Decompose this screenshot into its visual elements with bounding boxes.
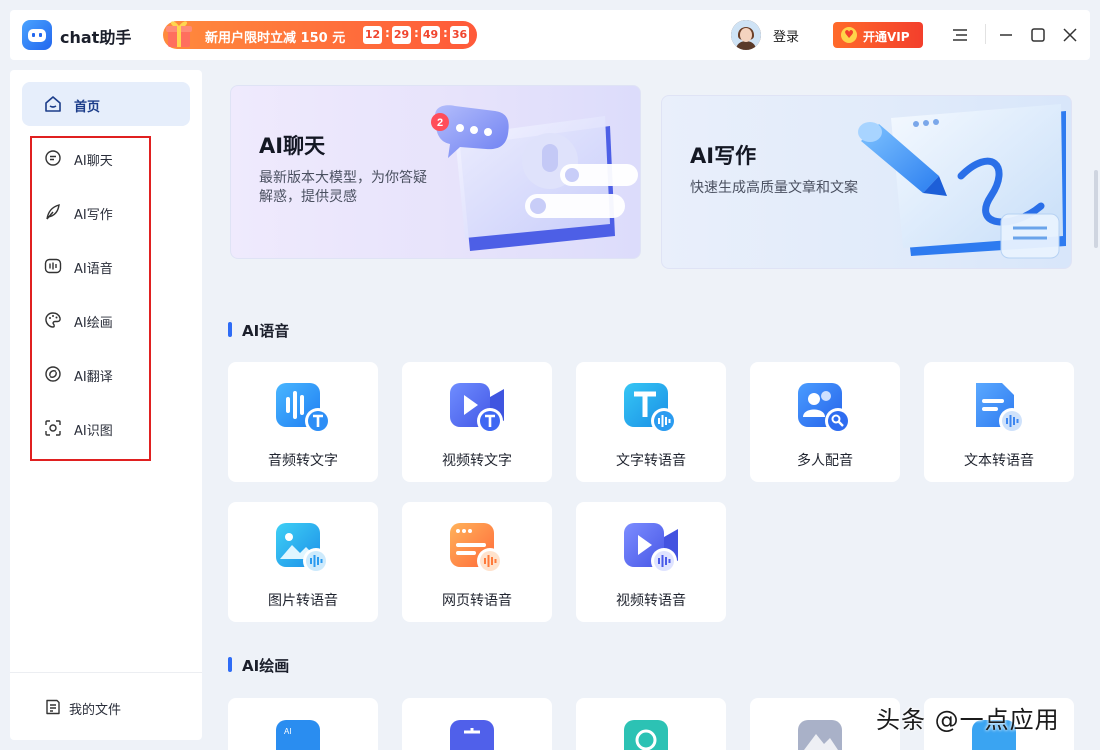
scrollbar[interactable] bbox=[1094, 170, 1098, 248]
card-painting-3[interactable] bbox=[576, 698, 726, 750]
card-painting-1[interactable]: AI bbox=[228, 698, 378, 750]
ai-chat-card[interactable]: AI聊天 最新版本大模型，为你答疑解惑，提供灵感 2 bbox=[230, 85, 641, 259]
video-to-text-icon bbox=[450, 383, 504, 434]
title-bar-divider bbox=[985, 24, 986, 44]
card-label: 视频转语音 bbox=[616, 593, 686, 609]
card-label: 多人配音 bbox=[797, 453, 853, 469]
card-label: 文字转语音 bbox=[616, 453, 686, 469]
image-painting-icon bbox=[798, 720, 842, 750]
gift-icon bbox=[166, 21, 192, 47]
countdown-separator: : bbox=[385, 26, 390, 40]
vip-button[interactable]: ♥ 开通VIP bbox=[833, 22, 923, 48]
app-logo-icon bbox=[22, 20, 52, 50]
sidebar-item-label: 首页 bbox=[74, 100, 101, 115]
card-label: 文本转语音 bbox=[964, 453, 1034, 469]
image-to-speech-icon bbox=[276, 523, 329, 574]
countdown-separator: : bbox=[414, 26, 419, 40]
writing-illustration-icon bbox=[858, 104, 1066, 259]
countdown-minutes: 29 bbox=[392, 26, 411, 44]
highlight-box bbox=[30, 136, 151, 461]
heart-icon: ♥ bbox=[841, 27, 857, 43]
avatar[interactable] bbox=[731, 20, 761, 50]
sidebar-item-ai-image-recognition[interactable]: AI识图 bbox=[44, 416, 164, 440]
sidebar-item-ai-chat[interactable]: AI聊天 bbox=[44, 146, 164, 170]
watermark: 头条 @一点应用 bbox=[876, 706, 1060, 734]
sidebar-item-ai-voice[interactable]: AI语音 bbox=[44, 254, 164, 278]
user-avatar-icon bbox=[731, 20, 761, 50]
ai-writing-card-description: 快速生成高质量文章和文案 bbox=[690, 180, 858, 196]
home-icon bbox=[45, 96, 61, 112]
sidebar-item-label: AI绘画 bbox=[74, 316, 113, 331]
sidebar-item-ai-painting[interactable]: AI绘画 bbox=[44, 308, 164, 332]
sidebar-item-label: AI翻译 bbox=[74, 370, 113, 385]
vip-button-label: 开通VIP bbox=[863, 30, 910, 44]
text-to-speech-icon bbox=[624, 383, 677, 434]
translate-icon bbox=[45, 366, 61, 382]
minimize-icon[interactable] bbox=[996, 24, 1016, 46]
promo-banner[interactable]: 新用户限时立减 150 元 12 : 29 : 49 : 36 bbox=[163, 21, 477, 49]
section-title-ai-painting: AI绘画 bbox=[228, 655, 289, 676]
card-multi-voice[interactable]: 多人配音 bbox=[750, 362, 900, 482]
card-video-to-text[interactable]: 视频转文字 bbox=[402, 362, 552, 482]
ai-chat-card-title: AI聊天 bbox=[259, 134, 326, 158]
document-to-speech-icon bbox=[976, 383, 1025, 434]
video-to-speech-icon bbox=[624, 523, 678, 574]
chat-bubble-icon bbox=[45, 150, 61, 166]
chat-illustration-icon: 2 bbox=[431, 105, 638, 251]
card-painting-2[interactable] bbox=[402, 698, 552, 750]
palette-icon bbox=[45, 312, 61, 328]
countdown-centiseconds: 36 bbox=[450, 26, 469, 44]
card-webpage-to-speech[interactable]: 网页转语音 bbox=[402, 502, 552, 622]
sidebar-item-my-files[interactable]: 我的文件 bbox=[44, 696, 174, 720]
feather-pen-icon bbox=[46, 204, 60, 220]
ai-chat-card-description: 最新版本大模型，为你答疑解惑，提供灵感 bbox=[259, 170, 427, 205]
app-name: chat助手 bbox=[60, 28, 132, 47]
login-link[interactable]: 登录 bbox=[773, 26, 799, 45]
card-audio-to-text[interactable]: 音频转文字 bbox=[228, 362, 378, 482]
ai-writing-card-title: AI写作 bbox=[690, 144, 757, 168]
sidebar-item-ai-writing[interactable]: AI写作 bbox=[44, 200, 164, 224]
svg-text:AI: AI bbox=[284, 727, 292, 736]
countdown-seconds: 49 bbox=[421, 26, 440, 44]
card-image-to-speech[interactable]: 图片转语音 bbox=[228, 502, 378, 622]
sidebar-item-label: AI识图 bbox=[74, 424, 113, 439]
menu-icon[interactable] bbox=[950, 24, 970, 46]
card-label: 图片转语音 bbox=[268, 593, 338, 609]
sidebar-divider bbox=[10, 672, 202, 673]
audio-wave-icon bbox=[44, 258, 62, 274]
countdown-separator: : bbox=[443, 26, 448, 40]
file-icon bbox=[46, 699, 60, 715]
card-video-to-speech[interactable]: 视频转语音 bbox=[576, 502, 726, 622]
countdown-hours: 12 bbox=[363, 26, 382, 44]
sidebar-item-home[interactable]: 首页 bbox=[22, 82, 190, 126]
card-label: 网页转语音 bbox=[442, 593, 512, 609]
sidebar: 首页 AI聊天 AI写作 AI语音 AI绘画 AI翻译 AI识图 我的文件 bbox=[10, 70, 202, 740]
text-painting-icon bbox=[450, 720, 494, 750]
avatar-painting-icon bbox=[624, 720, 668, 750]
card-text-to-speech[interactable]: 文字转语音 bbox=[576, 362, 726, 482]
audio-to-text-icon bbox=[276, 383, 331, 434]
ai-writing-card[interactable]: AI写作 快速生成高质量文章和文案 bbox=[661, 95, 1072, 269]
maximize-icon[interactable] bbox=[1028, 24, 1048, 46]
sidebar-item-label: AI语音 bbox=[74, 262, 113, 277]
title-bar: chat助手 新用户限时立减 150 元 12 : 29 : 49 : 36 登… bbox=[10, 10, 1090, 60]
card-label: 音频转文字 bbox=[268, 453, 338, 469]
chat-badge: 2 bbox=[437, 117, 443, 129]
webpage-to-speech-icon bbox=[450, 523, 503, 574]
card-label: 视频转文字 bbox=[442, 453, 512, 469]
promo-text: 新用户限时立减 150 元 bbox=[205, 31, 346, 46]
close-icon[interactable] bbox=[1060, 24, 1080, 46]
card-document-to-speech[interactable]: 文本转语音 bbox=[924, 362, 1074, 482]
sidebar-item-label: 我的文件 bbox=[69, 703, 122, 718]
ai-painting-icon: AI bbox=[276, 720, 320, 750]
section-title-ai-voice: AI语音 bbox=[228, 320, 289, 341]
sidebar-item-label: AI聊天 bbox=[74, 154, 113, 169]
multi-voice-icon bbox=[798, 383, 851, 434]
sidebar-item-ai-translate[interactable]: AI翻译 bbox=[44, 362, 164, 386]
sidebar-item-label: AI写作 bbox=[74, 208, 113, 223]
image-scan-icon bbox=[45, 420, 61, 436]
